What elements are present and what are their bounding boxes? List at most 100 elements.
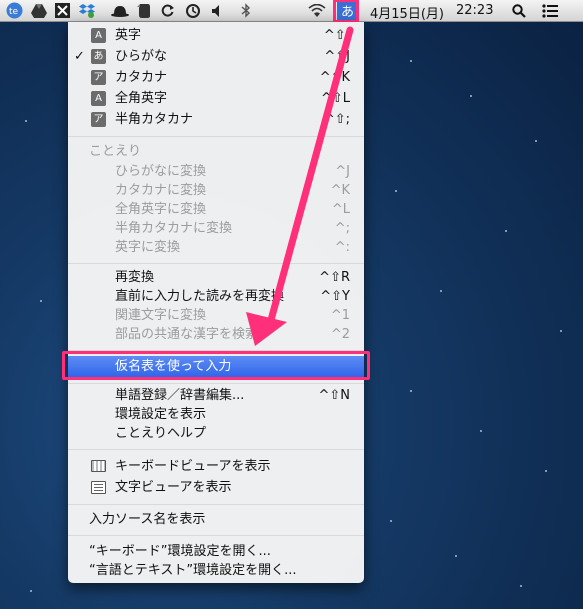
menu-item-character-viewer[interactable]: 文字ビューアを表示 — [68, 478, 364, 497]
menu-item-open-language-prefs[interactable]: “言語とテキスト”環境設定を開く... — [68, 561, 364, 580]
menu-item-open-keyboard-prefs[interactable]: “キーボード”環境設定を開く... — [68, 542, 364, 561]
menu-item-label: 部品の共通な漢字を検索 — [115, 327, 259, 342]
menu-item-shortcut: ^⇧J — [324, 49, 350, 64]
menu-item-label: 単語登録／辞書編集... — [115, 388, 245, 403]
menu-item-preferences[interactable]: 環境設定を表示 — [68, 405, 364, 424]
dropbox-icon[interactable] — [77, 2, 96, 19]
star — [395, 190, 397, 192]
menubar-time[interactable]: 22:23 — [456, 3, 493, 18]
menu-item-label: 文字ビューアを表示 — [115, 480, 232, 495]
menu-item-label: 半角カタカナ — [115, 112, 194, 127]
menu-item-shortcut: ^⇧N — [318, 388, 350, 403]
menu-item-eiji[interactable]: A 英字 ^⇧; — [68, 26, 364, 45]
menu-header-kotoeri: ことえり — [68, 142, 364, 161]
menu-item-related-chars: 関連文字に変換 ^1 — [68, 306, 364, 325]
menu-item-label: “言語とテキスト”環境設定を開く... — [89, 563, 297, 578]
notification-center-icon[interactable] — [540, 2, 559, 19]
menu-separator — [68, 504, 364, 505]
menu-item-reconvert[interactable]: 再変換 ^⇧R — [68, 268, 364, 287]
menu-item-shortcut: ^2 — [330, 327, 350, 342]
menu-item-convert-hankaku-katakana: 半角カタカナに変換 ^; — [68, 219, 364, 238]
mode-hiragana-icon: あ — [91, 49, 106, 64]
menu-item-hiragana[interactable]: ✓ あ ひらがな ^⇧J — [68, 47, 364, 66]
evernote-icon[interactable] — [134, 2, 153, 19]
annotation-box-input-source — [333, 0, 359, 23]
menu-separator — [68, 449, 364, 450]
spotlight-search-icon[interactable] — [509, 2, 528, 19]
menu-item-search-kanji-parts: 部品の共通な漢字を検索 ^2 — [68, 325, 364, 344]
star — [545, 470, 547, 472]
star — [470, 95, 472, 97]
menu-item-convert-eiji: 英字に変換 ^: — [68, 238, 364, 257]
star — [40, 300, 42, 302]
menu-item-word-register[interactable]: 単語登録／辞書編集... ^⇧N — [68, 386, 364, 405]
keyboard-icon — [91, 460, 106, 472]
star — [480, 430, 482, 432]
menu-item-shortcut: ^⇧; — [323, 28, 350, 43]
bluetooth-icon[interactable] — [236, 2, 255, 19]
volume-icon[interactable] — [208, 2, 227, 19]
annotation-box-kana-input — [62, 351, 370, 380]
time-machine-icon[interactable] — [183, 2, 202, 19]
menu-item-convert-katakana: カタカナに変換 ^K — [68, 181, 364, 200]
svg-text:te: te — [9, 7, 19, 17]
mode-a-icon: A — [91, 91, 106, 106]
menu-item-label: ひらがなに変換 — [115, 164, 207, 179]
menu-item-label: カタカナ — [115, 70, 168, 85]
menu-header-label: ことえり — [89, 144, 142, 159]
star — [410, 60, 412, 62]
menu-item-label: 環境設定を表示 — [115, 407, 207, 422]
menu-item-shortcut: ^1 — [330, 308, 350, 323]
star — [440, 290, 442, 292]
menu-item-show-input-source-name[interactable]: 入力ソース名を表示 — [68, 510, 364, 529]
menubar-date[interactable]: 4月15日(月) — [370, 3, 444, 22]
menu-item-label: 全角英字に変換 — [115, 202, 207, 217]
menu-item-kotoeri-help[interactable]: ことえりヘルプ — [68, 424, 364, 443]
menu-item-hankaku-katakana[interactable]: ア 半角カタカナ ^⇧; — [68, 110, 364, 129]
te-icon[interactable]: te — [5, 2, 24, 19]
menu-item-convert-hiragana: ひらがなに変換 ^J — [68, 162, 364, 181]
menu-item-label: カタカナに変換 — [115, 183, 207, 198]
menu-item-label: 直前に入力した読みを再変換 — [115, 289, 285, 304]
menu-item-label: 英字 — [115, 28, 142, 43]
drive-icon[interactable] — [29, 2, 48, 19]
star — [410, 390, 412, 392]
menu-item-shortcut: ^⇧K — [319, 70, 350, 85]
mode-a-icon: A — [91, 28, 106, 43]
menu-item-shortcut: ^⇧L — [320, 91, 350, 106]
menu-item-label: “キーボード”環境設定を開く... — [89, 544, 271, 559]
menu-item-label: ことえりヘルプ — [115, 426, 207, 441]
menu-separator — [68, 136, 364, 137]
hat-icon[interactable] — [110, 2, 129, 19]
menu-item-reconvert-last[interactable]: 直前に入力した読みを再変換 ^⇧Y — [68, 287, 364, 306]
menu-item-label: 英字に変換 — [115, 240, 181, 255]
sync-icon[interactable] — [158, 2, 177, 19]
menu-separator — [68, 535, 364, 536]
character-viewer-icon — [91, 481, 106, 494]
checkmark-icon: ✓ — [74, 49, 85, 64]
menu-item-shortcut: ^: — [334, 240, 350, 255]
menu-item-katakana[interactable]: ア カタカナ ^⇧K — [68, 68, 364, 87]
menu-item-label: 入力ソース名を表示 — [89, 512, 206, 527]
star — [520, 585, 522, 587]
star — [30, 590, 32, 592]
menu-item-label: 再変換 — [115, 270, 155, 285]
menu-item-shortcut: ^⇧Y — [320, 289, 350, 304]
mode-katakana-icon: ア — [91, 70, 106, 85]
menu-item-label: ひらがな — [115, 49, 168, 64]
menu-item-zenkaku-eiji[interactable]: A 全角英字 ^⇧L — [68, 89, 364, 108]
menu-item-shortcut: ^J — [335, 164, 350, 179]
x-icon[interactable] — [53, 2, 72, 19]
menu-item-label: 関連文字に変換 — [115, 308, 207, 323]
menu-separator — [68, 263, 364, 264]
star — [390, 520, 392, 522]
menu-item-shortcut: ^⇧R — [319, 270, 350, 285]
menu-item-label: キーボードビューアを表示 — [115, 459, 271, 474]
mode-katakana-icon: ア — [91, 112, 106, 127]
menu-item-keyboard-viewer[interactable]: キーボードビューアを表示 — [68, 457, 364, 476]
menu-item-shortcut: ^L — [331, 202, 350, 217]
wifi-icon[interactable] — [307, 2, 326, 19]
star — [455, 555, 457, 557]
star — [535, 140, 537, 142]
star — [505, 230, 507, 232]
